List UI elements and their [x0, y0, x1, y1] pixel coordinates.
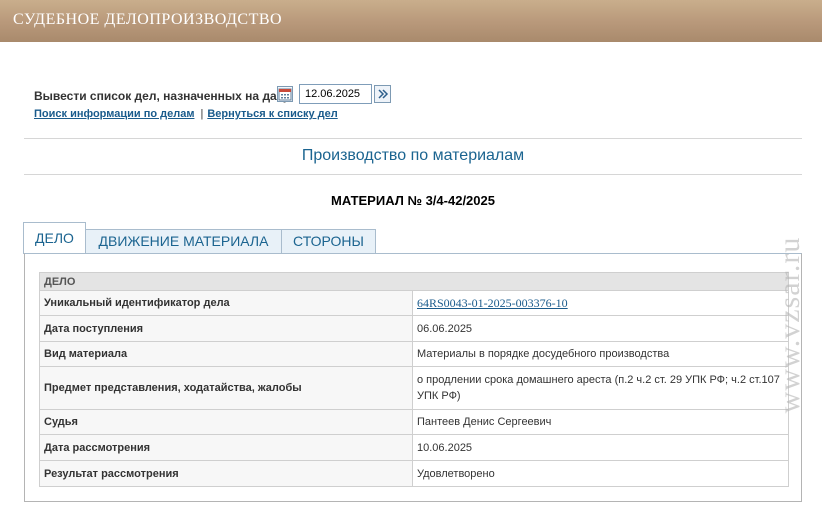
row-value: 10.06.2025 — [412, 434, 789, 461]
date-filter-label: Вывести список дел, назначенных на дату — [34, 89, 290, 103]
row-value: о продлении срока домашнего ареста (п.2 … — [412, 366, 789, 410]
divider-top — [24, 138, 802, 139]
row-label: Дата поступления — [39, 315, 413, 342]
row-value: 06.06.2025 — [412, 315, 789, 342]
row-label: Предмет представления, ходатайства, жало… — [39, 366, 413, 410]
divider-bottom — [24, 174, 802, 175]
table-row: Предмет представления, ходатайства, жало… — [39, 366, 789, 410]
table-row: Результат рассмотрения Удовлетворено — [39, 460, 789, 487]
table-row: Дата поступления 06.06.2025 — [39, 315, 789, 342]
link-separator: | — [200, 108, 204, 120]
tab-parties[interactable]: СТОРОНЫ — [281, 229, 376, 253]
row-value: 64RS0043-01-2025-003376-10 — [412, 290, 789, 316]
tab-material-movement[interactable]: ДВИЖЕНИЕ МАТЕРИАЛА — [85, 229, 282, 253]
row-label: Судья — [39, 409, 413, 435]
case-uid-link[interactable]: 64RS0043-01-2025-003376-10 — [417, 296, 568, 310]
table-row: Вид материала Материалы в порядке досуде… — [39, 341, 789, 367]
table-row: Дата рассмотрения 10.06.2025 — [39, 434, 789, 461]
row-value: Пантеев Денис Сергеевич — [412, 409, 789, 435]
row-label: Вид материала — [39, 341, 413, 367]
case-info-table: ДЕЛО Уникальный идентификатор дела 64RS0… — [39, 272, 789, 487]
material-title: МАТЕРИАЛ № 3/4-42/2025 — [331, 193, 495, 208]
watermark: www.vzsar.ru — [770, 152, 810, 497]
row-label: Уникальный идентификатор дела — [39, 290, 413, 316]
date-input[interactable] — [299, 84, 372, 104]
table-row: Судья Пантеев Денис Сергеевич — [39, 409, 789, 435]
row-value: Удовлетворено — [412, 460, 789, 487]
back-to-list-link[interactable]: Вернуться к списку дел — [207, 108, 337, 120]
calendar-icon[interactable] — [277, 86, 293, 102]
table-row: Уникальный идентификатор дела 64RS0043-0… — [39, 290, 789, 316]
case-table-header: ДЕЛО — [39, 272, 789, 291]
watermark-text: www.vzsar.ru — [773, 236, 806, 413]
go-button[interactable] — [374, 85, 391, 103]
section-title: Производство по материалам — [301, 147, 525, 164]
row-value: Материалы в порядке досудебного производ… — [412, 341, 789, 367]
header-title: СУДЕБНОЕ ДЕЛОПРОИЗВОДСТВО — [13, 11, 283, 28]
row-label: Результат рассмотрения — [39, 460, 413, 487]
search-cases-link[interactable]: Поиск информации по делам — [34, 108, 194, 120]
tab-case[interactable]: ДЕЛО — [23, 222, 86, 254]
page-header: СУДЕБНОЕ ДЕЛОПРОИЗВОДСТВО — [0, 0, 822, 42]
row-label: Дата рассмотрения — [39, 434, 413, 461]
nav-links: Поиск информации по делам | Вернуться к сп… — [34, 108, 338, 120]
case-panel: ДЕЛО Уникальный идентификатор дела 64RS0… — [24, 253, 802, 502]
double-chevron-right-icon — [378, 89, 389, 99]
